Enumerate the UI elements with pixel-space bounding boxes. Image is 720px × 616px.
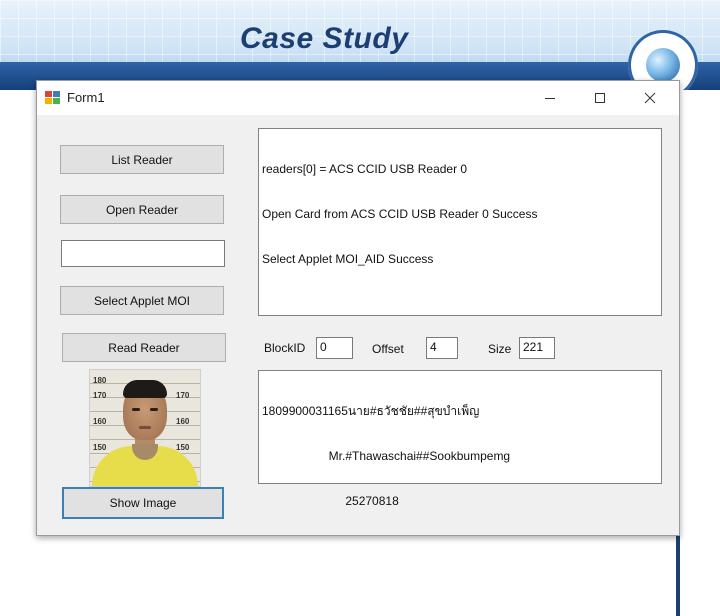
close-icon <box>644 92 656 104</box>
open-reader-button[interactable]: Open Reader <box>60 195 224 224</box>
log-line: readers[0] = ACS CCID USB Reader 0 <box>262 162 468 176</box>
log-line: Open Card from ACS CCID USB Reader 0 Suc… <box>262 207 538 221</box>
scale-label: 150 <box>93 443 107 452</box>
app-icon <box>45 91 61 105</box>
scale-label: 170 <box>176 391 190 400</box>
list-reader-button[interactable]: List Reader <box>60 145 224 174</box>
minimize-icon <box>545 98 555 99</box>
slide-right-strip <box>676 90 720 616</box>
log-output[interactable]: readers[0] = ACS CCID USB Reader 0 Open … <box>258 128 662 316</box>
minimize-button[interactable] <box>527 81 573 115</box>
person-eye <box>150 408 158 411</box>
block-id-input[interactable]: 0 <box>316 337 353 359</box>
offset-label: Offset <box>372 342 404 356</box>
scale-label: 160 <box>176 417 190 426</box>
window-title: Form1 <box>67 90 105 105</box>
person-mouth <box>139 426 151 429</box>
block-id-label: BlockID <box>264 341 306 355</box>
result-line: Mr.#Thawaschai##Sookbumpemg <box>262 449 511 463</box>
offset-input[interactable]: 4 <box>426 337 458 359</box>
person-eye <box>132 408 140 411</box>
select-applet-button[interactable]: Select Applet MOI <box>60 286 224 315</box>
show-image-button[interactable]: Show Image <box>62 487 224 519</box>
close-button[interactable] <box>627 81 673 115</box>
scale-label: 170 <box>93 391 107 400</box>
window-titlebar[interactable]: Form1 <box>37 81 679 115</box>
maximize-icon <box>595 93 605 103</box>
size-label: Size <box>488 342 512 356</box>
form-window: Form1 List Reader Open Reader Select App… <box>36 80 680 536</box>
slide-header: Case Study <box>0 0 720 90</box>
scale-label: 160 <box>93 417 107 426</box>
result-output[interactable]: 1809900031165นาย#ธวัชชัย##สุขบำเพ็ญ Mr.#… <box>258 370 662 508</box>
result-line: 25270818 <box>262 494 399 508</box>
result-line: 1809900031165นาย#ธวัชชัย##สุขบำเพ็ญ <box>262 404 480 418</box>
person-hair <box>123 380 167 398</box>
size-input[interactable]: 221 <box>519 337 555 359</box>
log-line: Select Applet MOI_AID Success <box>262 252 434 266</box>
scale-label: 180 <box>93 376 107 385</box>
reader-name-input[interactable] <box>61 240 225 267</box>
slide-title: Case Study <box>240 22 409 55</box>
id-card-photo: 180 170 160 150 170 160 150 <box>89 369 201 487</box>
maximize-button[interactable] <box>577 81 623 115</box>
read-reader-button[interactable]: Read Reader <box>62 333 226 362</box>
